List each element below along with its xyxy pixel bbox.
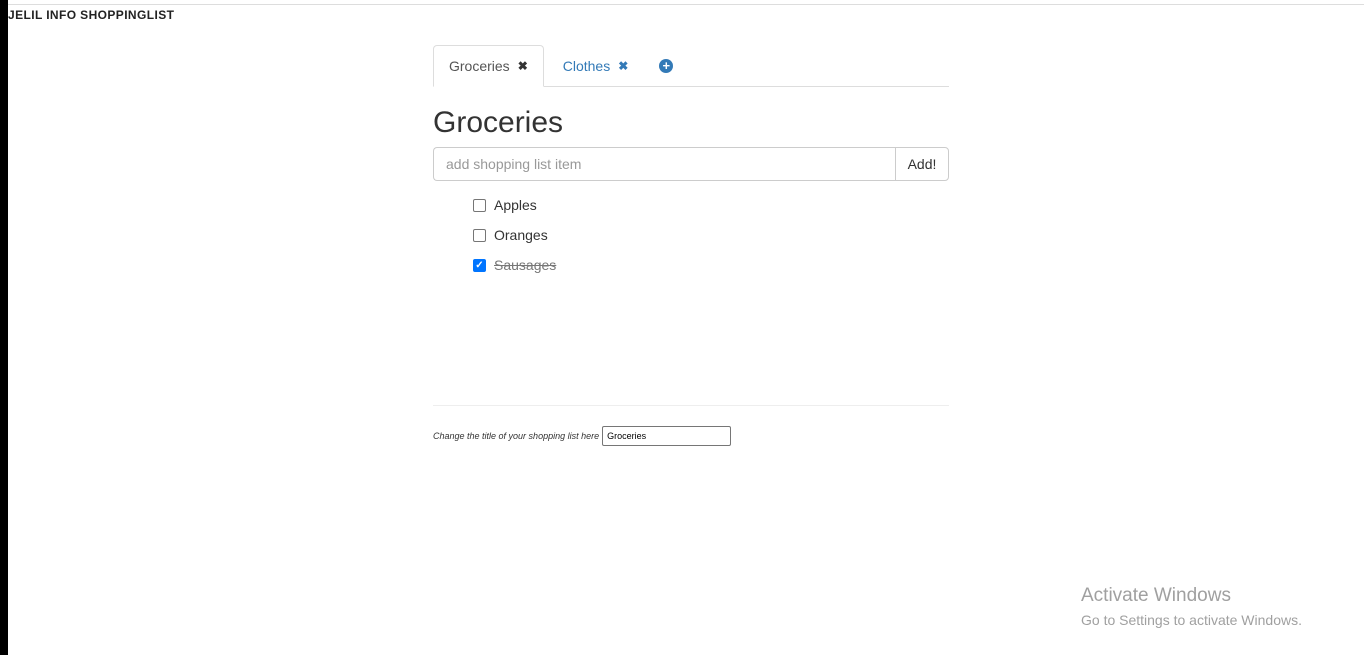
rename-label: Change the title of your shopping list h… xyxy=(433,431,600,441)
list-item: Apples xyxy=(473,190,949,220)
item-label: Sausages xyxy=(494,257,557,273)
shopping-items: Apples Oranges ✓ Sausages xyxy=(473,190,949,280)
add-item-button[interactable]: Add! xyxy=(895,147,949,181)
close-icon[interactable]: ✖ xyxy=(618,59,628,73)
left-edge-bar xyxy=(0,0,8,655)
item-checkbox[interactable]: ✓ xyxy=(473,258,486,272)
shopping-list-panel: Groceries ✖ Clothes ✖ + Groceries Add! A… xyxy=(433,45,949,280)
close-icon[interactable]: ✖ xyxy=(518,59,528,73)
item-label: Apples xyxy=(494,197,537,213)
activate-windows-watermark: Activate Windows Go to Settings to activ… xyxy=(1081,584,1302,630)
watermark-title: Activate Windows xyxy=(1081,585,1231,606)
list-tabs: Groceries ✖ Clothes ✖ + xyxy=(433,45,949,87)
item-checkbox[interactable] xyxy=(473,228,486,242)
tab-clothes[interactable]: Clothes ✖ xyxy=(548,46,644,86)
tab-label: Groceries xyxy=(449,58,510,74)
add-item-input[interactable] xyxy=(433,147,895,181)
add-item-group: Add! xyxy=(433,147,949,181)
list-item: ✓ Sausages xyxy=(473,250,949,280)
add-list-button[interactable]: + xyxy=(643,46,689,86)
top-divider xyxy=(8,4,1364,5)
tab-label: Clothes xyxy=(562,58,611,74)
watermark-subtitle: Go to Settings to activate Windows. xyxy=(1081,612,1302,628)
plus-circle-icon: + xyxy=(659,59,674,73)
list-item: Oranges xyxy=(473,220,949,250)
rename-input[interactable] xyxy=(602,426,732,446)
item-checkbox[interactable] xyxy=(473,198,486,212)
footer-divider xyxy=(433,405,949,406)
tab-groceries[interactable]: Groceries ✖ xyxy=(433,45,544,87)
item-label: Oranges xyxy=(494,227,548,243)
rename-list-row: Change the title of your shopping list h… xyxy=(433,426,732,446)
brand-title: JELIL INFO SHOPPINGLIST xyxy=(8,8,175,22)
list-title: Groceries xyxy=(433,106,564,139)
